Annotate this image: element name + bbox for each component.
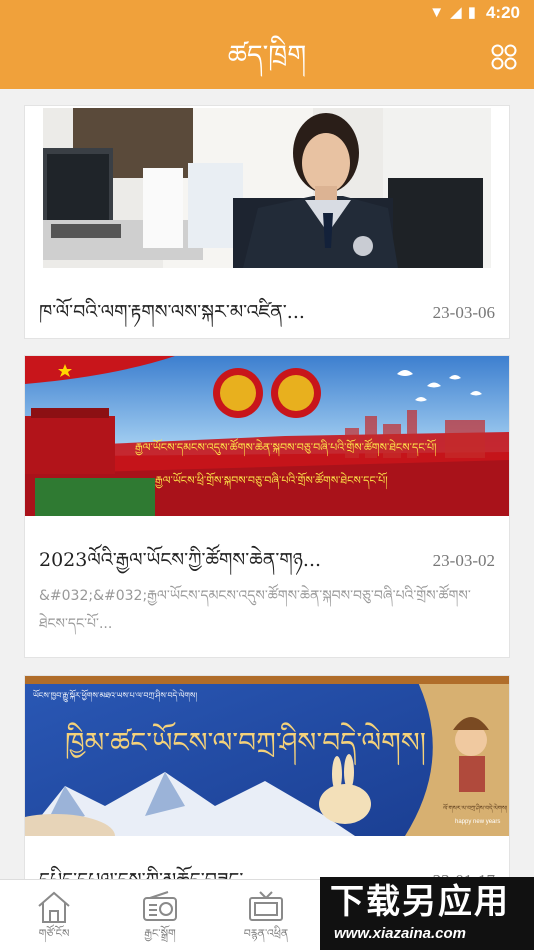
- article-banner[interactable]: རྒྱལ་ཡོངས་དམངས་འདུས་ཚོགས་ཆེན་སྐབས་བཅུ་བཞ…: [25, 356, 509, 516]
- article-date: 23-03-02: [432, 551, 495, 570]
- menu-grid-icon[interactable]: [490, 43, 518, 71]
- article-feed[interactable]: ཁ་ལོ་བའི་ལག་རྟགས་ལས་སྐར་མ་འཛིན་... 23-03…: [0, 89, 534, 879]
- nav-item-home[interactable]: གཙོ་ངོས: [14, 890, 94, 942]
- nav-label: རྒྱང་སྒྲོག: [144, 927, 176, 940]
- banner-happy-text: happy new years: [455, 819, 500, 825]
- banner-side-caption: ལོ་གསར་ལ་བཀྲ་ཤིས་བདེ་ལེགས།: [443, 803, 508, 813]
- nav-item-tv[interactable]: བརྙན་འཕྲིན: [226, 890, 306, 942]
- signal-icon: ◢: [450, 4, 462, 21]
- status-time: 4:20: [485, 3, 520, 22]
- battery-icon: ▮: [467, 4, 476, 21]
- article-excerpt: &#032;&#032;རྒྱལ་ཡོངས་དམངས་འདུས་ཚོགས་ཆེན…: [39, 588, 471, 632]
- home-icon: [38, 891, 70, 923]
- radio-icon: [143, 891, 177, 921]
- watermark-big-text: 下载另应用: [330, 882, 510, 922]
- wifi-icon: ▼: [429, 4, 445, 21]
- nav-label: གཙོ་ངོས: [38, 927, 70, 940]
- watermark-url: www.xiazaina.com: [334, 925, 466, 942]
- watermark-logo: 下载另应用 www.xiazaina.com: [320, 877, 534, 950]
- article-card[interactable]: ཡོངས་ཁྱབ་རྒྱུ་སྐོར་ཕྱོགས་མཐའ་ཡས་པ་ལ་བཀྲ་…: [24, 675, 510, 879]
- article-thumbnail[interactable]: [43, 108, 491, 268]
- article-title[interactable]: ཁ་ལོ་བའི་ལག་རྟགས་ལས་སྐར་མ་འཛིན་...: [39, 290, 425, 344]
- tv-icon: [249, 891, 283, 921]
- status-bar: ▼ ◢ ▮ 4:20: [0, 0, 534, 26]
- article-date: 23-03-06: [432, 303, 495, 322]
- status-icons: ▼ ◢ ▮ 4:20: [429, 2, 520, 24]
- article-card[interactable]: རྒྱལ་ཡོངས་དམངས་འདུས་ཚོགས་ཆེན་སྐབས་བཅུ་བཞ…: [24, 355, 510, 658]
- app-bar: ཚད་ཁྲིག: [0, 26, 534, 89]
- article-banner[interactable]: ཡོངས་ཁྱབ་རྒྱུ་སྐོར་ཕྱོགས་མཐའ་ཡས་པ་ལ་བཀྲ་…: [25, 676, 509, 836]
- nav-item-radio[interactable]: རྒྱང་སྒྲོག: [120, 890, 200, 942]
- article-card[interactable]: ཁ་ལོ་བའི་ལག་རྟགས་ལས་སྐར་མ་འཛིན་... 23-03…: [24, 105, 510, 339]
- article-title[interactable]: དཔྱིད་དཔལ་དུས་ཀྱི་མཆོད་བཟང་: [39, 858, 425, 879]
- app-title: ཚད་ཁྲིག: [227, 40, 307, 71]
- nav-label: བརྙན་འཕྲིན: [243, 927, 289, 940]
